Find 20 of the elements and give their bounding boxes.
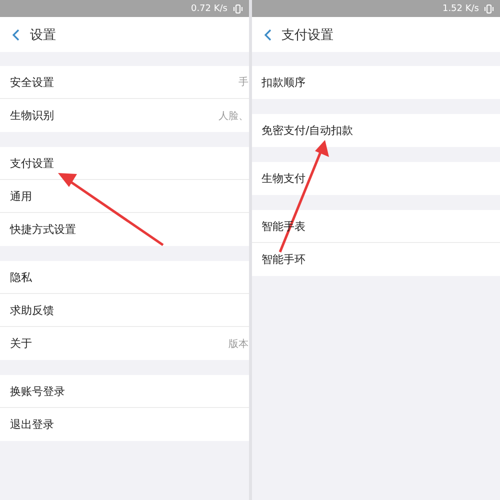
- network-speed: 1.52 K/s: [442, 4, 479, 14]
- settings-item[interactable]: 快捷方式设置: [0, 213, 248, 246]
- settings-item[interactable]: 安全设置 手: [0, 66, 248, 99]
- page-title: 设置: [30, 26, 56, 44]
- settings-item[interactable]: 退出登录: [0, 408, 248, 441]
- settings-item[interactable]: 生物识别 人脸、: [0, 99, 248, 132]
- settings-item[interactable]: 免密支付/自动扣款: [252, 114, 500, 147]
- page-title: 支付设置: [282, 26, 334, 44]
- vibrate-icon: [484, 4, 494, 14]
- vibrate-icon: [232, 4, 242, 14]
- settings-item[interactable]: 换账号登录: [0, 375, 248, 408]
- settings-item[interactable]: 隐私: [0, 261, 248, 294]
- network-speed: 0.72 K/s: [190, 4, 228, 14]
- back-icon[interactable]: [12, 28, 20, 40]
- settings-item[interactable]: 求助反馈: [0, 294, 248, 327]
- settings-item[interactable]: 智能手环: [252, 243, 500, 276]
- settings-item[interactable]: 扣款顺序: [252, 66, 500, 99]
- settings-item[interactable]: 关于 版本: [0, 327, 248, 360]
- back-icon[interactable]: [264, 28, 272, 40]
- settings-item[interactable]: 生物支付: [252, 162, 500, 195]
